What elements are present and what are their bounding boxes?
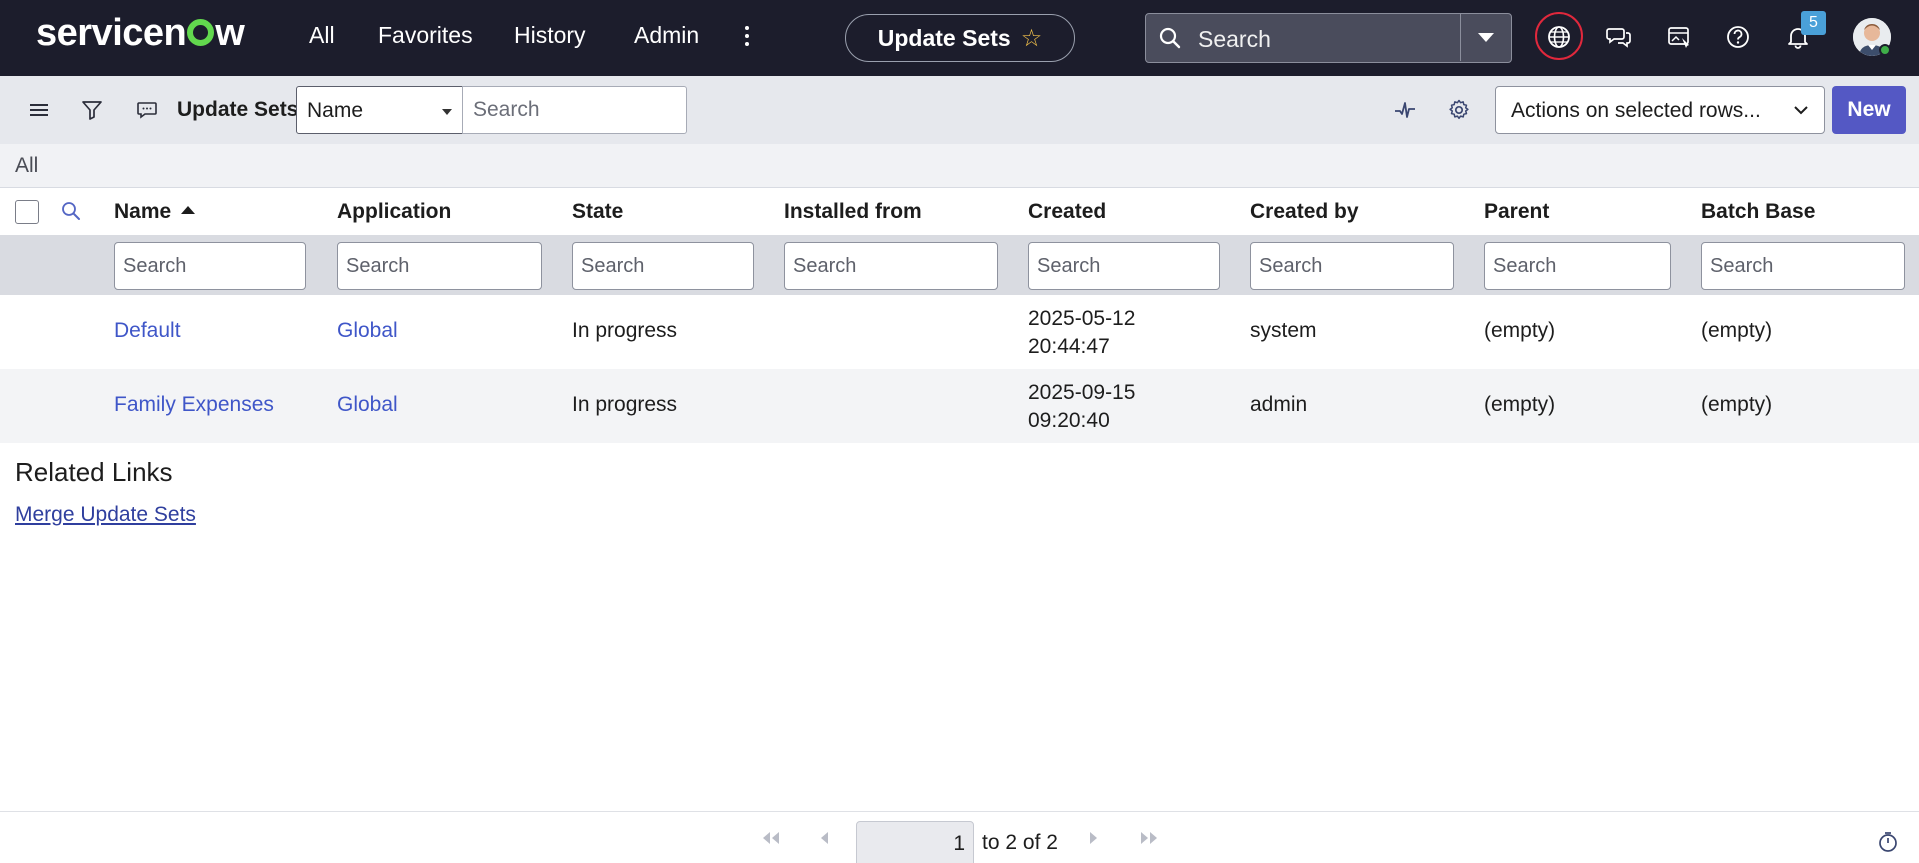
name-cell[interactable]: Default	[114, 319, 181, 343]
select-all-checkbox[interactable]	[15, 200, 39, 224]
list-search-input[interactable]	[462, 86, 687, 134]
current-page-input[interactable]: 1	[856, 821, 974, 863]
installed-from-search-input[interactable]	[784, 242, 998, 290]
application-cell[interactable]: Global	[337, 319, 398, 343]
name-cell[interactable]: Family Expenses	[114, 393, 274, 417]
column-header-created-by[interactable]: Created by	[1250, 200, 1359, 224]
hamburger-icon[interactable]	[25, 96, 53, 124]
caret-down-icon	[442, 109, 452, 115]
application-search-input[interactable]	[337, 242, 542, 290]
sort-ascending-icon	[181, 206, 196, 214]
image-edit-icon[interactable]	[1661, 19, 1697, 55]
actions-on-selected-rows-select[interactable]: Actions on selected rows...	[1495, 86, 1825, 134]
notification-count-badge: 5	[1801, 11, 1826, 35]
online-status-dot	[1879, 44, 1891, 56]
parent-cell: (empty)	[1484, 393, 1556, 416]
nav-all[interactable]: All	[309, 22, 335, 49]
logo-o-mark	[187, 19, 215, 46]
breadcrumb: All	[0, 144, 1919, 188]
related-links-title: Related Links	[15, 457, 173, 487]
nav-admin[interactable]: Admin	[634, 22, 699, 49]
created-by-cell: admin	[1250, 393, 1308, 416]
gear-icon[interactable]	[1445, 96, 1473, 124]
application-cell[interactable]: Global	[337, 393, 398, 417]
state-search-input[interactable]	[572, 242, 754, 290]
column-header-parent[interactable]: Parent	[1484, 200, 1549, 224]
chevron-down-icon	[1794, 106, 1808, 115]
created-by-cell: system	[1250, 319, 1317, 342]
vertical-ellipsis-icon[interactable]	[742, 24, 752, 50]
first-page-icon[interactable]	[760, 830, 782, 846]
table-row: Default Global In progress 2025-05-12 20:…	[0, 295, 1919, 369]
list-toolbar: Update Sets Name Actions on selected row…	[0, 76, 1919, 144]
merge-update-sets-link[interactable]: Merge Update Sets	[15, 503, 196, 527]
current-page-value: 1	[953, 832, 965, 855]
list-title: Update Sets	[177, 98, 299, 121]
created-cell: 2025-09-15 09:20:40	[1028, 381, 1136, 432]
search-field-value: Name	[307, 99, 364, 122]
parent-cell: (empty)	[1484, 319, 1556, 342]
created-cell: 2025-05-12 20:44:47	[1028, 307, 1136, 358]
state-cell: In progress	[572, 393, 678, 416]
previous-page-icon[interactable]	[817, 830, 831, 846]
globe-icon[interactable]	[1541, 19, 1577, 55]
global-search[interactable]: Search	[1145, 13, 1512, 63]
search-field-select[interactable]: Name	[296, 86, 463, 134]
actions-select-value: Actions on selected rows...	[1511, 99, 1761, 122]
chat-icon[interactable]	[1601, 19, 1637, 55]
stopwatch-icon[interactable]	[1877, 831, 1899, 853]
created-by-search-input[interactable]	[1250, 242, 1454, 290]
new-button[interactable]: New	[1832, 86, 1906, 134]
breadcrumb-all[interactable]: All	[15, 154, 38, 178]
batch-base-cell: (empty)	[1701, 393, 1773, 416]
column-header-created[interactable]: Created	[1028, 200, 1106, 224]
state-cell: In progress	[572, 319, 678, 342]
activity-pulse-icon[interactable]	[1391, 96, 1419, 124]
parent-search-input[interactable]	[1484, 242, 1671, 290]
column-search-toggle-icon[interactable]	[60, 200, 82, 222]
table-header: Name Application State Installed from Cr…	[0, 188, 1919, 235]
pagination-footer: 1 to 2 of 2	[0, 811, 1919, 863]
global-search-placeholder: Search	[1198, 26, 1271, 52]
created-search-input[interactable]	[1028, 242, 1220, 290]
name-search-input[interactable]	[114, 242, 306, 290]
context-title: Update Sets	[877, 24, 1011, 51]
filter-icon[interactable]	[78, 96, 106, 124]
column-header-application[interactable]: Application	[337, 200, 451, 224]
nav-history[interactable]: History	[514, 22, 586, 49]
search-icon	[1159, 27, 1181, 49]
column-header-batch-base[interactable]: Batch Base	[1701, 200, 1815, 224]
help-icon[interactable]	[1720, 19, 1756, 55]
column-header-state[interactable]: State	[572, 200, 623, 224]
table-row: Family Expenses Global In progress 2025-…	[0, 369, 1919, 443]
batch-base-cell: (empty)	[1701, 319, 1773, 342]
pagination-range: to 2 of 2	[982, 831, 1058, 854]
batch-base-search-input[interactable]	[1701, 242, 1905, 290]
last-page-icon[interactable]	[1138, 830, 1160, 846]
column-header-installed-from[interactable]: Installed from	[784, 200, 922, 224]
context-title-pill[interactable]: Update Sets ☆	[845, 14, 1075, 62]
column-search-row	[0, 235, 1919, 295]
top-navigation-bar: servicen w All Favorites History Admin Up…	[0, 0, 1919, 76]
chevron-down-icon	[1478, 33, 1494, 42]
next-page-icon[interactable]	[1087, 830, 1101, 846]
star-outline-icon[interactable]: ☆	[1021, 24, 1043, 53]
search-scope-dropdown[interactable]	[1460, 14, 1511, 61]
comment-icon[interactable]	[133, 96, 161, 124]
servicenow-logo[interactable]: servicen w	[36, 12, 245, 55]
column-header-name[interactable]: Name	[114, 200, 196, 224]
nav-favorites[interactable]: Favorites	[378, 22, 473, 49]
